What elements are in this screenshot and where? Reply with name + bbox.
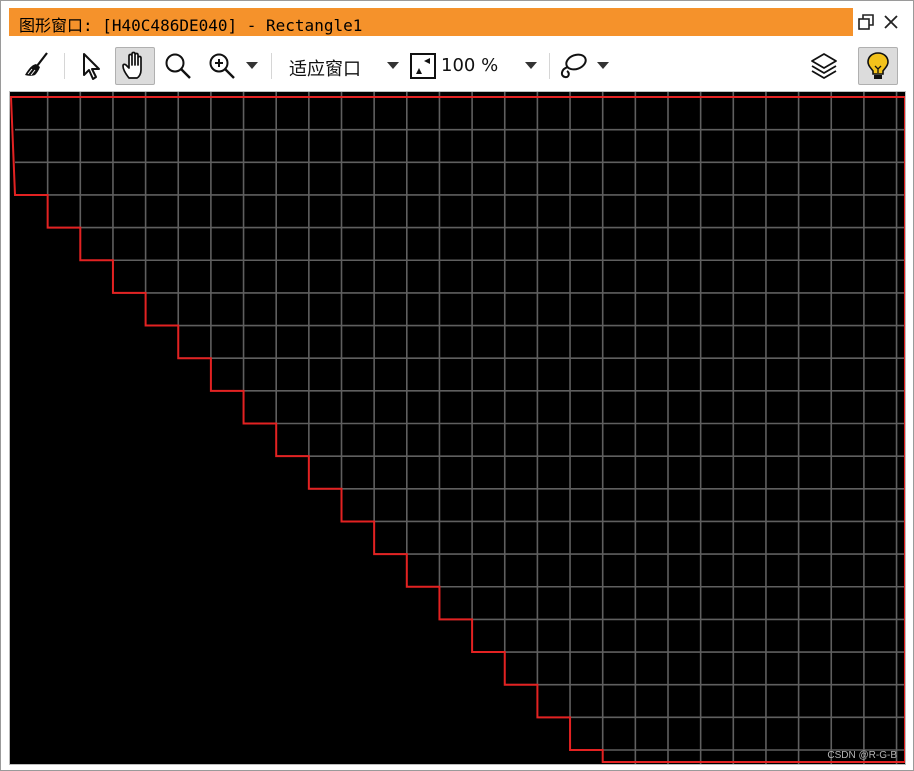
clear-button[interactable] bbox=[17, 47, 57, 85]
close-icon bbox=[884, 15, 898, 29]
toolbar-separator bbox=[549, 53, 550, 79]
layers-icon bbox=[811, 53, 837, 79]
fit-icon bbox=[410, 53, 436, 79]
zoom-in-button[interactable] bbox=[202, 47, 242, 85]
close-button[interactable] bbox=[880, 9, 902, 35]
restore-button[interactable] bbox=[855, 9, 877, 35]
graphics-window: 图形窗口: [H40C486DE040] - Rectangle1 适应窗口 1… bbox=[0, 0, 914, 771]
pan-tool-button[interactable] bbox=[115, 47, 155, 85]
layers-button[interactable] bbox=[804, 47, 844, 85]
restore-icon bbox=[858, 14, 874, 30]
graphics-canvas[interactable]: CSDN @R-G-B bbox=[9, 91, 906, 765]
toolbar-separator bbox=[271, 53, 272, 79]
fit-window-caret[interactable] bbox=[387, 62, 399, 69]
broom-icon bbox=[25, 52, 48, 76]
draw-region-caret[interactable] bbox=[597, 62, 609, 69]
lasso-icon bbox=[560, 53, 587, 79]
magnifier-icon bbox=[165, 53, 191, 79]
zoom-in-icon bbox=[209, 53, 235, 79]
fit-window-dropdown[interactable]: 适应窗口 bbox=[289, 55, 361, 81]
hand-icon bbox=[122, 51, 142, 79]
select-tool-button[interactable] bbox=[71, 47, 111, 85]
toolbar: 适应窗口 100 % bbox=[9, 41, 905, 91]
title-bar: 图形窗口: [H40C486DE040] - Rectangle1 bbox=[9, 8, 853, 36]
fit-button[interactable] bbox=[403, 47, 443, 85]
zoom-level-input[interactable]: 100 % bbox=[441, 55, 498, 76]
window-title: 图形窗口: [H40C486DE040] - Rectangle1 bbox=[19, 16, 363, 35]
draw-region-button[interactable] bbox=[553, 47, 593, 85]
zoom-dropdown-caret[interactable] bbox=[246, 62, 258, 69]
lightbulb-icon bbox=[867, 52, 889, 79]
pointer-icon bbox=[83, 53, 100, 80]
toolbar-separator bbox=[64, 53, 65, 79]
hint-button[interactable] bbox=[858, 47, 898, 85]
zoom-tool-button[interactable] bbox=[158, 47, 198, 85]
pixel-grid-view[interactable] bbox=[10, 92, 906, 765]
zoom-level-caret[interactable] bbox=[525, 62, 537, 69]
watermark: CSDN @R-G-B bbox=[827, 750, 897, 761]
